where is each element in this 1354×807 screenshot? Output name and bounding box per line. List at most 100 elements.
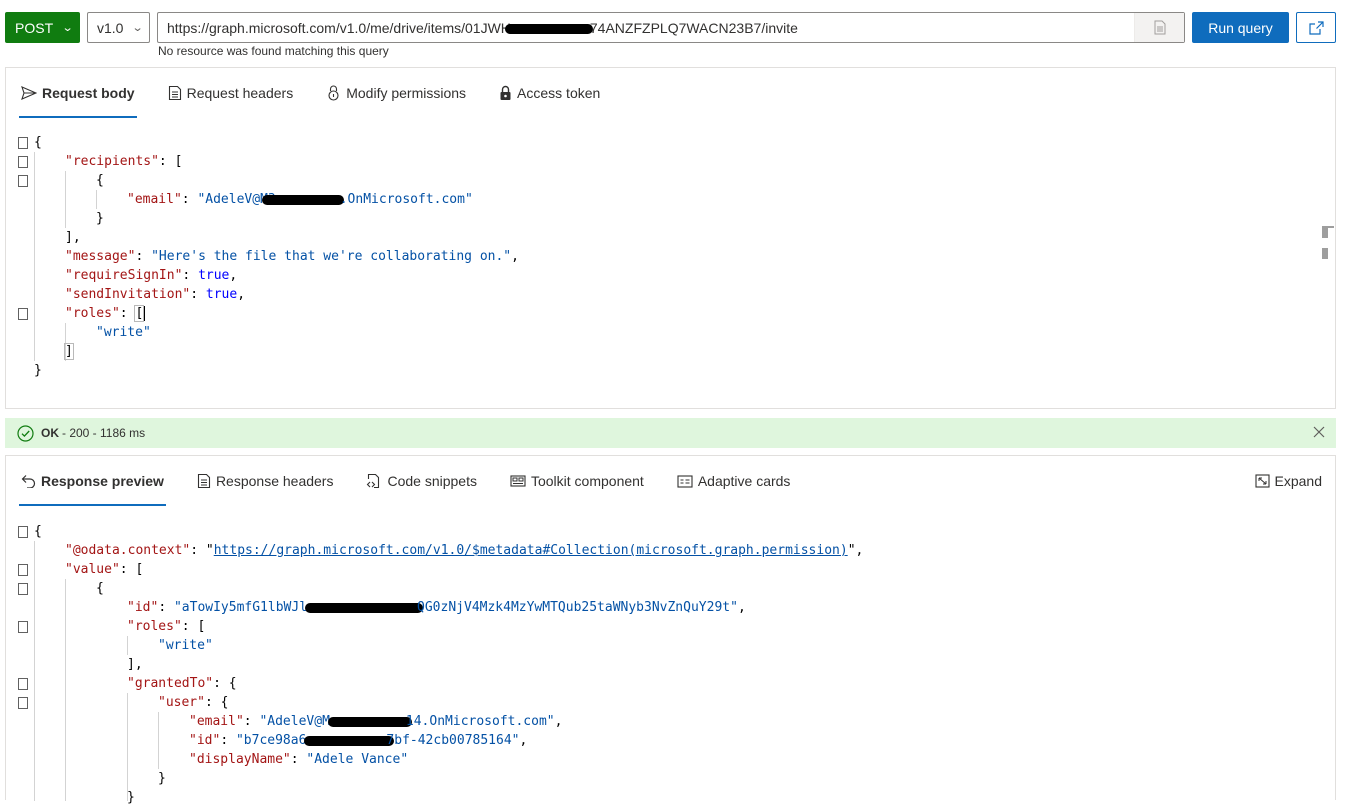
url-suffix: 74ANZFZPLQ7WACN23B7/invite — [589, 19, 798, 36]
tab-access-token[interactable]: Access token — [497, 68, 602, 118]
json-key: "roles" — [65, 306, 120, 321]
fold-toggle[interactable] — [18, 621, 28, 633]
tab-label: Modify permissions — [346, 85, 467, 101]
json-string: "Here's the file that we're collaboratin… — [151, 249, 512, 264]
json-key: "email" — [127, 192, 182, 207]
redaction-mark — [261, 194, 344, 205]
document-icon — [1154, 20, 1165, 35]
json-key: "id" — [127, 600, 159, 615]
json-bool: true — [198, 268, 230, 283]
fold-toggle[interactable] — [18, 697, 28, 709]
tab-label: Access token — [517, 85, 601, 101]
text-cursor — [144, 306, 146, 321]
tab-toolkit-component[interactable]: Toolkit component — [508, 456, 646, 506]
request-tabs: Request body Request headers Modify perm… — [19, 68, 631, 118]
status-detail-text: - 200 - 1186 ms — [62, 426, 146, 440]
json-key: "sendInvitation" — [65, 287, 191, 302]
card-icon — [677, 474, 693, 488]
http-method-dropdown[interactable]: POST ⌄ — [5, 12, 80, 43]
fold-toggle[interactable] — [18, 308, 28, 320]
tab-code-snippets[interactable]: Code snippets — [364, 456, 479, 506]
request-body-editor[interactable]: { "recipients": [ { "email": "AdeleV@M3.… — [6, 133, 1315, 403]
fold-toggle[interactable] — [18, 678, 28, 690]
request-panel: Request body Request headers Modify perm… — [5, 67, 1336, 409]
fold-toggle[interactable] — [18, 156, 28, 168]
tab-modify-permissions[interactable]: Modify permissions — [324, 68, 468, 118]
fold-toggle[interactable] — [18, 564, 28, 576]
status-ok-text: OK — [41, 426, 59, 440]
json-key: "email" — [189, 714, 244, 729]
json-key: "displayName" — [189, 752, 291, 767]
close-icon[interactable] — [1312, 425, 1326, 439]
json-string: QG0zNjV4Mzk4MzYwMTQub25taWNyb3NvZnQuY29t… — [417, 600, 738, 615]
query-url-input[interactable]: https://graph.microsoft.com/v1.0/me/driv… — [157, 12, 1185, 43]
tab-request-body[interactable]: Request body — [19, 68, 137, 118]
lock-shield-icon — [326, 85, 341, 101]
response-tabs: Response preview Response headers Code s… — [19, 456, 821, 506]
chevron-down-icon: ⌄ — [61, 22, 74, 34]
json-string: 7bf-42cb00785164" — [386, 733, 520, 748]
tab-request-headers[interactable]: Request headers — [166, 68, 296, 118]
api-version-label: v1.0 — [97, 19, 124, 36]
scrollbar-marker — [1322, 226, 1328, 238]
json-key: "@odata.context" — [65, 543, 191, 558]
share-button[interactable] — [1296, 12, 1336, 43]
json-key: "user" — [158, 695, 205, 710]
undo-arrow-icon — [21, 474, 36, 488]
json-key: "value" — [65, 562, 120, 577]
chevron-down-icon: ⌄ — [131, 22, 144, 34]
tab-label: Response headers — [215, 473, 334, 489]
expand-button[interactable]: Expand — [1254, 456, 1322, 506]
json-key: "roles" — [127, 619, 182, 634]
json-key: "recipients" — [65, 154, 159, 169]
json-string: 14.OnMicrosoft.com" — [405, 714, 555, 729]
fold-toggle[interactable] — [18, 137, 28, 149]
fold-toggle[interactable] — [18, 583, 28, 595]
query-url-doc-button[interactable] — [1134, 13, 1184, 42]
query-url-text[interactable]: https://graph.microsoft.com/v1.0/me/driv… — [158, 20, 1134, 36]
json-string: "Adele Vance" — [306, 752, 409, 767]
tab-label: Response preview — [41, 473, 164, 489]
response-status-bar: OK - 200 - 1186 ms — [5, 418, 1336, 448]
send-icon — [21, 86, 37, 100]
fold-toggle[interactable] — [18, 175, 28, 187]
json-key: "grantedTo" — [127, 676, 214, 691]
api-version-dropdown[interactable]: v1.0 ⌄ — [87, 12, 150, 43]
http-method-label: POST — [15, 19, 54, 36]
json-string: "write" — [158, 638, 213, 653]
json-string: "b7ce98a6 — [235, 733, 307, 748]
toolkit-icon — [510, 474, 526, 488]
fold-toggle[interactable] — [18, 526, 28, 538]
json-string: "write" — [96, 325, 151, 340]
tab-label: Request headers — [186, 85, 294, 101]
json-key: "id" — [189, 733, 221, 748]
json-string: "aTowIy5mfG1lbWJl — [173, 600, 308, 615]
redaction-mark — [327, 716, 412, 727]
redaction-mark — [504, 23, 593, 34]
scrollbar-marker — [1322, 248, 1328, 259]
url-hint-text: No resource was found matching this quer… — [158, 44, 389, 58]
lock-icon — [499, 85, 512, 101]
redaction-mark — [305, 602, 424, 613]
tab-label: Toolkit component — [530, 473, 644, 489]
tab-label: Request body — [42, 85, 135, 101]
tab-adaptive-cards[interactable]: Adaptive cards — [675, 456, 793, 506]
expand-label: Expand — [1274, 473, 1322, 489]
json-string: "AdeleV@M — [259, 714, 330, 729]
response-preview-editor[interactable]: { "@odata.context": "https://graph.micro… — [6, 522, 1315, 805]
metadata-link[interactable]: https://graph.microsoft.com/v1.0/$metada… — [214, 543, 848, 558]
share-icon — [1308, 20, 1324, 35]
json-key: "message" — [65, 249, 136, 264]
tab-response-headers[interactable]: Response headers — [195, 456, 336, 506]
document-list-icon — [168, 85, 182, 101]
run-query-button[interactable]: Run query — [1192, 12, 1289, 43]
tab-label: Adaptive cards — [697, 473, 791, 489]
json-key: "requireSignIn" — [65, 268, 183, 283]
document-list-icon — [197, 473, 211, 489]
expand-icon — [1254, 474, 1270, 488]
url-prefix: https://graph.microsoft.com/v1.0/me/driv… — [167, 19, 511, 36]
redaction-mark — [304, 735, 395, 746]
tab-response-preview[interactable]: Response preview — [19, 456, 166, 506]
tab-label: Code snippets — [387, 473, 477, 489]
json-bool: true — [205, 287, 238, 302]
